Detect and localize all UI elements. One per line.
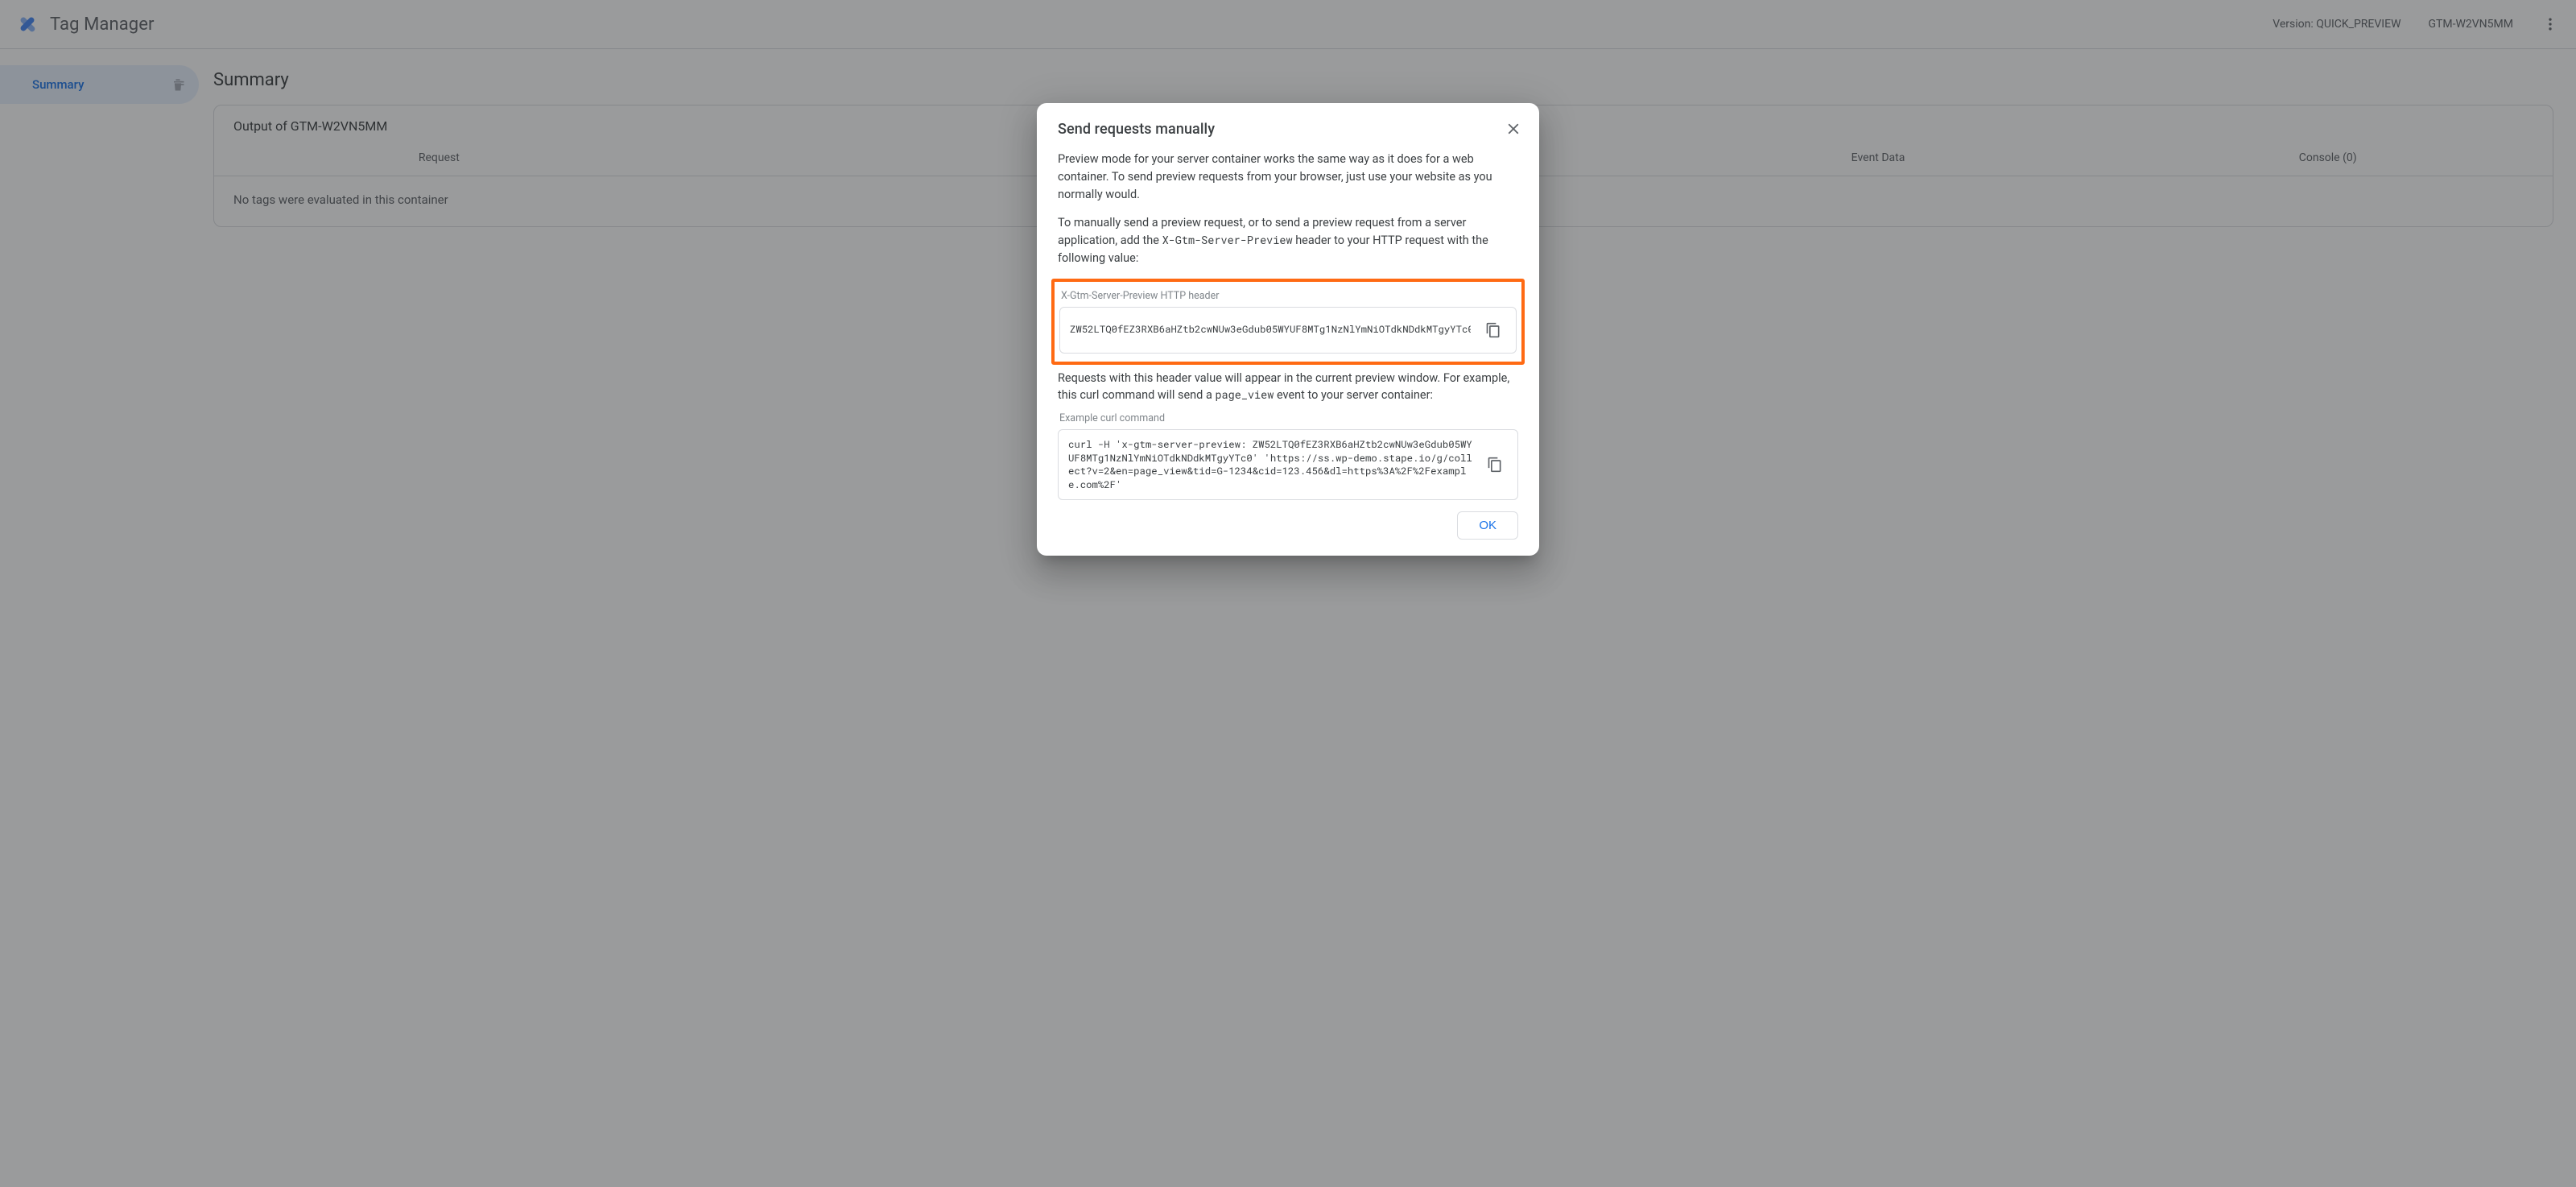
dialog-p3-event: page_view	[1215, 387, 1274, 402]
copy-icon	[1487, 457, 1503, 473]
dialog-title: Send requests manually	[1058, 121, 1518, 138]
copy-header-button[interactable]	[1479, 316, 1508, 345]
send-requests-dialog: Send requests manually Preview mode for …	[1037, 103, 1539, 556]
header-value-text[interactable]: ZW52LTQ0fEZ3RXB6aHZtb2cwNUw3eGdub05WYUF8…	[1070, 323, 1471, 337]
ok-button[interactable]: OK	[1457, 511, 1518, 540]
curl-command-text[interactable]: curl -H 'x-gtm-server-preview: ZW52LTQ0f…	[1068, 438, 1472, 491]
curl-field-label: Example curl command	[1059, 412, 1518, 424]
copy-curl-button[interactable]	[1480, 450, 1509, 479]
copy-icon	[1485, 322, 1501, 338]
dialog-p2-header-name: X-Gtm-Server-Preview	[1162, 233, 1293, 247]
header-value-row: ZW52LTQ0fEZ3RXB6aHZtb2cwNUw3eGdub05WYUF8…	[1059, 307, 1517, 354]
app-root: Tag Manager Version: QUICK_PREVIEW GTM-W…	[0, 0, 2576, 1187]
dialog-paragraph-2: To manually send a preview request, or t…	[1058, 214, 1518, 267]
dialog-actions: OK	[1058, 511, 1518, 540]
header-field-label: X-Gtm-Server-Preview HTTP header	[1061, 290, 1517, 302]
modal-scrim: Send requests manually Preview mode for …	[0, 0, 2576, 1187]
header-value-highlight: X-Gtm-Server-Preview HTTP header ZW52LTQ…	[1051, 279, 1525, 365]
close-button[interactable]	[1499, 114, 1528, 143]
dialog-p3-b: event to your server container:	[1274, 388, 1433, 402]
dialog-paragraph-1: Preview mode for your server container w…	[1058, 151, 1518, 203]
close-icon	[1505, 120, 1522, 138]
dialog-paragraph-3: Requests with this header value will app…	[1058, 370, 1518, 405]
curl-command-row: curl -H 'x-gtm-server-preview: ZW52LTQ0f…	[1058, 429, 1518, 500]
